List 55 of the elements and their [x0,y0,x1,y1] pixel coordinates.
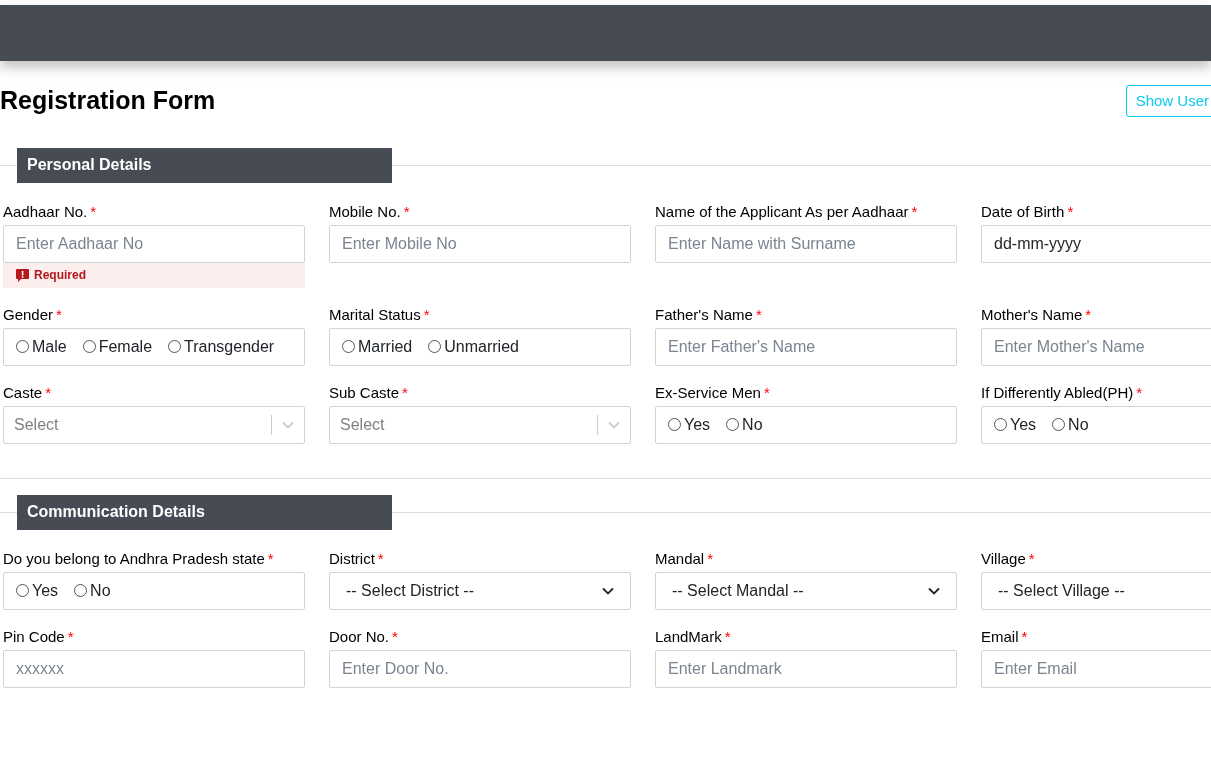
field-label: Aadhaar No. * [3,202,98,222]
radio-option[interactable]: Transgender [168,334,275,359]
radio-option[interactable]: Yes [994,412,1037,437]
chevron-down-icon [608,420,620,429]
radio-option[interactable]: No [1052,412,1089,437]
field-label: Gender * [3,305,63,325]
alert-icon [15,267,30,283]
field-label: Do you belong to Andhra Pradesh state * [3,549,275,569]
select-dropdown[interactable]: -- Select District -- [329,571,631,610]
field-label: Pin Code * [3,627,75,647]
chevron-down-icon [282,420,294,429]
input-field[interactable]: Enter Door No. [329,649,631,688]
field-label: Ex-Service Men * [655,383,771,403]
section-header: Personal Details [17,147,392,183]
input-field[interactable]: Enter Landmark [655,649,957,688]
field-label: Marital Status * [329,305,431,325]
chevron-down-icon [928,586,940,595]
input-field[interactable]: Enter Mother's Name [981,327,1211,366]
radio-option[interactable]: Male [16,334,67,359]
section-header: Communication Details [17,494,392,530]
field-label: Mother's Name * [981,305,1093,325]
input-field[interactable]: Enter Mobile No [329,224,631,263]
input-field[interactable]: Enter Father's Name [655,327,957,366]
radio-option[interactable]: Yes [668,412,711,437]
select-dropdown[interactable]: -- Select Village -- [981,571,1211,610]
field-label: Father's Name * [655,305,763,325]
radio-option[interactable]: No [74,578,111,603]
field-label: Mandal * [655,549,715,569]
field-label: Mobile No. * [329,202,411,222]
error-message: Required [3,262,305,288]
field-label: Caste * [3,383,53,403]
field-label: District * [329,549,385,569]
field-label: Date of Birth * [981,202,1075,222]
select-dropdown[interactable]: Select [3,405,305,444]
select-dropdown[interactable]: -- Select Mandal -- [655,571,957,610]
field-label: Door No. * [329,627,399,647]
chevron-down-icon [602,586,614,595]
input-field[interactable]: Enter Email [981,649,1211,688]
input-field[interactable]: xxxxxx [3,649,305,688]
field-label: Sub Caste * [329,383,409,403]
field-label: If Differently Abled(PH) * [981,383,1144,403]
input-field[interactable]: Enter Aadhaar No [3,224,305,263]
radio-option[interactable]: Unmarried [428,334,519,359]
input-field[interactable]: Enter Name with Surname [655,224,957,263]
field-label: Village * [981,549,1036,569]
field-label: Email * [981,627,1029,647]
field-label: Name of the Applicant As per Aadhaar * [655,202,919,222]
field-label: LandMark * [655,627,732,647]
radio-option[interactable]: Female [82,334,153,359]
select-dropdown[interactable]: Select [329,405,631,444]
page-title: Registration Form [0,85,216,116]
radio-option[interactable]: No [726,412,763,437]
date-field[interactable]: dd-mm-yyyy [981,224,1211,263]
radio-option[interactable]: Yes [16,578,59,603]
radio-option[interactable]: Married [342,334,413,359]
